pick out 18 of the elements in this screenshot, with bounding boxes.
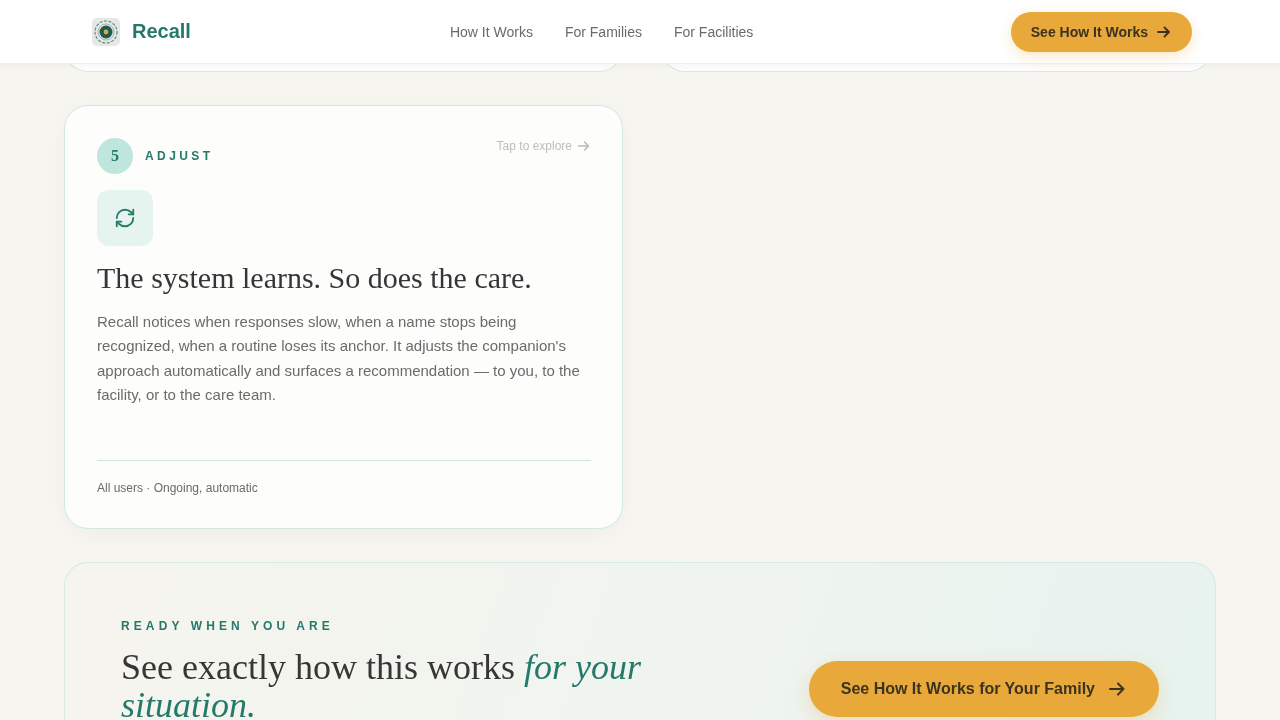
step-number: 5 bbox=[97, 138, 133, 174]
nav-link[interactable]: For Facilities bbox=[673, 23, 754, 40]
arrow-right-icon bbox=[577, 139, 591, 153]
refresh-icon bbox=[97, 190, 153, 246]
nav-link[interactable]: For Families bbox=[564, 23, 642, 40]
see-how-it-works-for-family-button[interactable]: See How It Works for Your Family bbox=[808, 661, 1159, 718]
step-title: The system learns. So does the care. bbox=[97, 260, 533, 296]
step-card[interactable] bbox=[64, 105, 623, 530]
tap-to-explore-hint: Tap to explore bbox=[496, 139, 572, 153]
logo-icon bbox=[92, 17, 120, 46]
step-meta: All users · Ongoing, automatic bbox=[97, 481, 258, 496]
see-how-it-works-button[interactable]: See How It Works bbox=[1010, 11, 1192, 52]
nav-link[interactable]: How It Works bbox=[449, 23, 533, 40]
brand-name[interactable]: Recall bbox=[132, 20, 191, 43]
cta-eyebrow: READY WHEN YOU ARE bbox=[121, 619, 335, 634]
step-description: Recall notices when responses slow, when a name stops being recognized, when a routine loses its anchor. It adjusts the companion's approach automatically and surfaces a recommendation — to you, to the facility, or to the care team. bbox=[97, 312, 581, 405]
cta-heading: See exactly how this works for your situation. bbox=[121, 648, 642, 720]
step-label: ADJUST bbox=[145, 149, 214, 163]
